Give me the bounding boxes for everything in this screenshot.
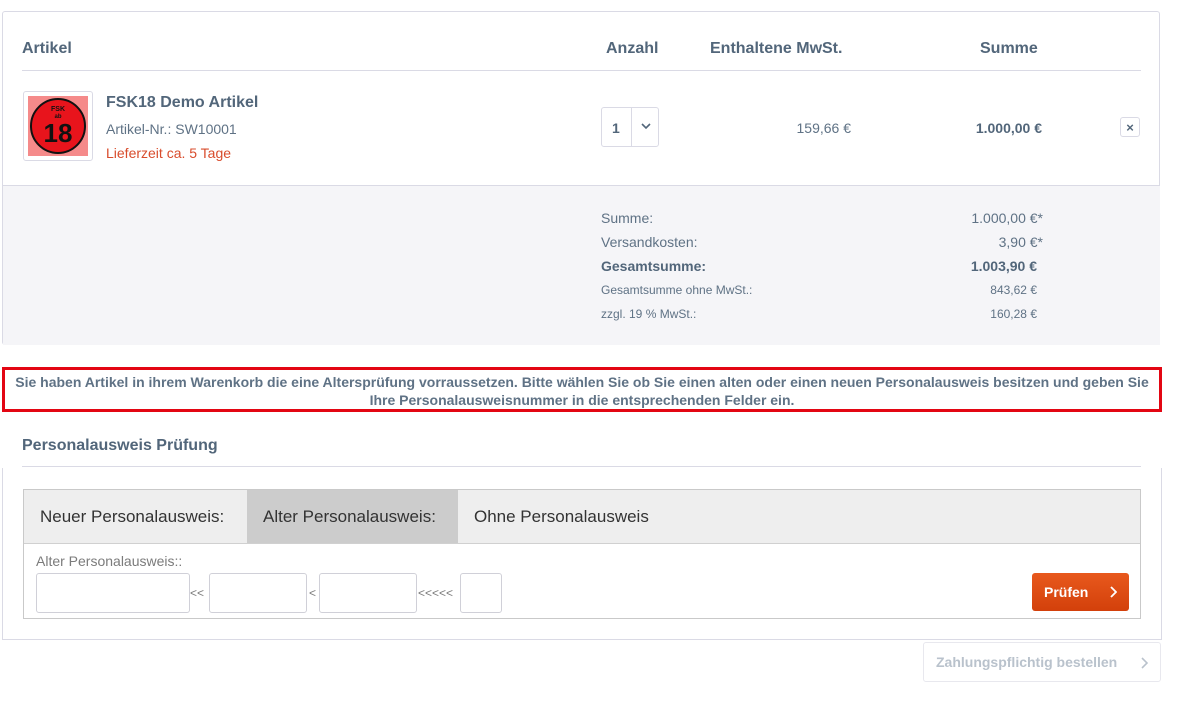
summary-net: Gesamtsumme ohne MwSt.: 843,62 € [601,283,1037,297]
summary-vat: zzgl. 19 % MwSt.: 160,28 € [601,307,1037,321]
net-value: 843,62 € [990,283,1037,297]
product-number-label: Artikel-Nr.: [106,121,172,137]
order-button[interactable]: Zahlungspflichtig bestellen [923,642,1161,682]
header-sum: Summe [980,40,1038,57]
id-part-4-input[interactable] [460,573,502,613]
quantity-select[interactable]: 1 [601,107,659,147]
id-part-3-input[interactable] [319,573,417,613]
shipping-value: 3,90 €* [998,234,1043,250]
header-article: Artikel [22,40,72,57]
chevron-right-icon [1141,657,1148,669]
vat-label: zzgl. 19 % MwSt.: [601,307,697,321]
product-number-value: SW10001 [175,121,237,137]
tab-new-id[interactable]: Neuer Personalausweis: [24,490,247,543]
id-part-1-input[interactable] [36,573,190,613]
cart-header-row: Artikel Anzahl Enthaltene MwSt. Summe [22,30,1141,71]
net-label: Gesamtsumme ohne MwSt.: [601,283,753,297]
tab-no-id[interactable]: Ohne Personalausweis [458,490,678,543]
product-number: Artikel-Nr.: SW10001 [106,121,237,137]
id-part-2-input[interactable] [209,573,307,613]
old-id-field-label: Alter Personalausweis:: [36,553,183,569]
fsk18-badge-icon: FSK ab 18 [28,96,88,156]
subtotal-label: Summe: [601,210,654,226]
product-name-link[interactable]: FSK18 Demo Artikel [106,94,258,112]
chevron-down-icon [631,108,660,146]
tab-old-id[interactable]: Alter Personalausweis: [247,490,458,543]
separator-1: << [190,586,205,600]
svg-text:FSK: FSK [51,106,65,113]
svg-text:18: 18 [44,118,73,148]
chevron-right-icon [1110,586,1117,598]
item-tax-value: 159,66 € [796,120,852,136]
check-button-label: Prüfen [1044,584,1089,600]
cart-summary: Summe: 1.000,00 €* Versandkosten: 3,90 €… [3,185,1160,345]
order-button-label: Zahlungspflichtig bestellen [936,654,1118,670]
header-quantity: Anzahl [606,40,659,57]
age-verification-notice: Sie haben Artikel in ihrem Warenkorb die… [2,367,1162,412]
total-label: Gesamtsumme: [601,258,707,274]
header-tax: Enthaltene MwSt. [710,40,843,57]
delivery-time: Lieferzeit ca. 5 Tage [106,145,232,161]
summary-subtotal: Summe: 1.000,00 €* [601,210,1043,226]
remove-item-button[interactable]: × [1120,117,1140,137]
separator-3: <<<<< [418,586,454,600]
shipping-label: Versandkosten: [601,234,698,250]
quantity-value: 1 [612,120,620,136]
product-image[interactable]: FSK ab 18 [23,91,93,161]
id-check-tabs: Neuer Personalausweis: Alter Personalaus… [23,489,1141,619]
separator-2: < [309,586,317,600]
summary-shipping: Versandkosten: 3,90 €* [601,234,1043,250]
summary-total: Gesamtsumme: 1.003,90 € [601,258,1037,274]
cart-item-row: FSK ab 18 FSK18 Demo Artikel Artikel-Nr.… [3,71,1160,185]
tab-bar: Neuer Personalausweis: Alter Personalaus… [24,490,1140,544]
check-button[interactable]: Prüfen [1032,573,1129,611]
item-sum-value: 1.000,00 € [975,120,1042,136]
subtotal-value: 1.000,00 €* [971,210,1043,226]
vat-value: 160,28 € [990,307,1037,321]
divider [22,466,1141,467]
id-check-title: Personalausweis Prüfung [22,437,218,454]
total-value: 1.003,90 € [970,258,1037,274]
